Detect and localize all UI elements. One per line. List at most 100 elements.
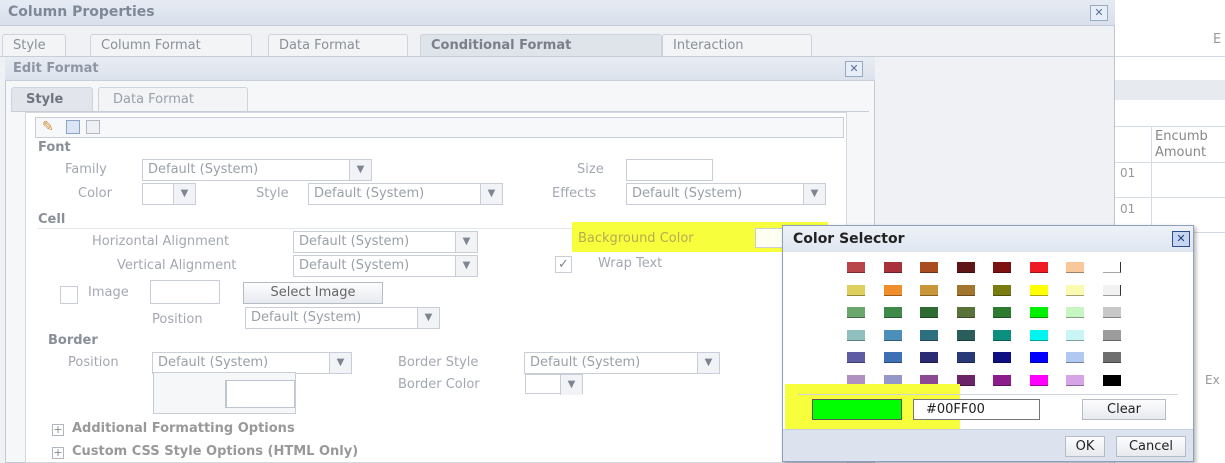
color-swatch[interactable] <box>1102 284 1121 296</box>
additional-formatting-options[interactable]: Additional Formatting Options <box>72 421 295 436</box>
tab-style[interactable]: Style <box>2 34 66 56</box>
vertical-alignment-select[interactable]: Default (System) ▼ <box>293 255 478 277</box>
color-swatch[interactable] <box>993 374 1011 386</box>
color-swatch[interactable] <box>920 284 938 296</box>
color-swatch[interactable] <box>1066 284 1084 296</box>
color-swatch[interactable] <box>1102 374 1121 386</box>
color-swatch[interactable] <box>993 352 1011 363</box>
selected-color-preview <box>812 399 902 420</box>
custom-css-style-options[interactable]: Custom CSS Style Options (HTML Only) <box>72 444 358 459</box>
color-swatch[interactable] <box>956 307 975 318</box>
color-swatch[interactable] <box>956 284 975 296</box>
color-swatch[interactable] <box>956 329 975 341</box>
ok-button[interactable]: OK <box>1065 436 1105 457</box>
border-position-label: Position <box>68 355 119 370</box>
color-swatch[interactable] <box>1029 374 1048 386</box>
tab-conditional-format[interactable]: Conditional Format <box>420 34 662 56</box>
horizontal-alignment-value: Default (System) <box>299 234 410 249</box>
color-swatch[interactable] <box>920 352 938 363</box>
color-swatch[interactable] <box>993 307 1011 318</box>
wrap-text-label: Wrap Text <box>598 256 663 271</box>
color-swatch[interactable] <box>847 284 865 296</box>
size-input[interactable] <box>626 159 713 181</box>
color-swatch[interactable] <box>1029 307 1048 318</box>
border-style-select[interactable]: Default (System) ▼ <box>524 352 720 374</box>
cell-section-title: Cell <box>38 212 66 227</box>
color-swatch[interactable] <box>920 307 938 318</box>
color-swatch[interactable] <box>1102 329 1121 341</box>
color-swatch[interactable] <box>1066 352 1084 363</box>
color-swatch[interactable] <box>847 262 865 273</box>
background-column-header-2: Amount <box>1155 145 1207 160</box>
image-position-select[interactable]: Default (System) ▼ <box>245 307 440 329</box>
tab-data-format[interactable]: Data Format <box>268 34 408 56</box>
chevron-down-icon: ▼ <box>697 353 719 373</box>
image-checkbox[interactable] <box>60 286 78 304</box>
color-swatch[interactable] <box>993 284 1011 296</box>
tab-column-format[interactable]: Column Format <box>90 34 252 56</box>
color-swatch[interactable] <box>1066 307 1084 318</box>
horizontal-alignment-select[interactable]: Default (System) ▼ <box>293 231 478 253</box>
wrap-text-checkbox[interactable]: ✓ <box>555 256 572 273</box>
chevron-down-icon: ▼ <box>803 184 825 204</box>
paste-format-icon[interactable] <box>86 120 100 134</box>
background-column-header: Encumb <box>1155 129 1208 144</box>
color-swatch[interactable] <box>883 262 902 273</box>
color-swatch[interactable] <box>883 329 902 341</box>
clear-format-icon[interactable]: ✎ <box>42 119 54 135</box>
image-label: Image <box>88 285 129 300</box>
color-swatch[interactable] <box>1029 352 1048 363</box>
close-icon[interactable]: ✕ <box>1172 231 1190 247</box>
color-swatch[interactable] <box>993 262 1011 273</box>
color-swatch[interactable] <box>847 352 865 363</box>
close-icon[interactable]: ✕ <box>1090 5 1108 21</box>
color-swatch[interactable] <box>1029 329 1048 341</box>
chevron-down-icon: ▼ <box>455 256 477 276</box>
expand-icon[interactable]: + <box>52 424 64 436</box>
color-swatch[interactable] <box>993 329 1011 341</box>
divider <box>1115 56 1225 57</box>
divider <box>1115 126 1225 127</box>
color-swatch[interactable] <box>956 352 975 363</box>
color-swatch[interactable] <box>883 352 902 363</box>
color-swatch[interactable] <box>1102 307 1121 318</box>
effects-select[interactable]: Default (System) ▼ <box>626 183 826 205</box>
family-select[interactable]: Default (System) ▼ <box>142 159 372 181</box>
expand-icon[interactable]: + <box>52 447 64 459</box>
color-swatch[interactable] <box>956 262 975 273</box>
style-value: Default (System) <box>314 186 425 201</box>
close-icon[interactable]: ✕ <box>845 61 863 77</box>
style-select[interactable]: Default (System) ▼ <box>308 183 503 205</box>
color-swatch[interactable] <box>1066 262 1084 273</box>
tab-interaction[interactable]: Interaction <box>662 34 812 56</box>
tab-data-format[interactable]: Data Format <box>98 87 248 111</box>
font-color-picker[interactable]: ▼ <box>142 183 196 205</box>
color-swatch[interactable] <box>883 284 902 296</box>
image-preview <box>150 280 220 304</box>
border-color-picker[interactable]: ▼ <box>525 374 583 395</box>
size-label: Size <box>577 162 604 177</box>
color-swatch[interactable] <box>1066 374 1084 386</box>
color-swatch[interactable] <box>1066 329 1084 341</box>
color-swatch[interactable] <box>847 329 865 341</box>
color-swatch[interactable] <box>1029 262 1048 273</box>
clear-button[interactable]: Clear <box>1082 399 1166 420</box>
color-swatch[interactable] <box>1029 284 1048 296</box>
vertical-alignment-label: Vertical Alignment <box>117 258 237 273</box>
border-preview-cell <box>225 380 295 408</box>
hex-color-input[interactable]: #00FF00 <box>913 399 1040 420</box>
copy-format-icon[interactable] <box>66 120 80 134</box>
background-cell: 01 <box>1120 166 1136 180</box>
color-swatch[interactable] <box>920 262 938 273</box>
border-position-value: Default (System) <box>158 355 269 370</box>
color-swatch[interactable] <box>847 307 865 318</box>
tab-style[interactable]: Style <box>11 87 93 111</box>
color-swatch[interactable] <box>920 329 938 341</box>
style-label: Style <box>256 186 289 201</box>
color-swatch[interactable] <box>1102 352 1121 363</box>
select-image-button[interactable]: Select Image <box>243 282 383 304</box>
cancel-button[interactable]: Cancel <box>1116 436 1186 457</box>
color-swatch[interactable] <box>1102 262 1121 273</box>
color-swatch[interactable] <box>883 307 902 318</box>
border-position-select[interactable]: Default (System) ▼ <box>152 352 352 374</box>
